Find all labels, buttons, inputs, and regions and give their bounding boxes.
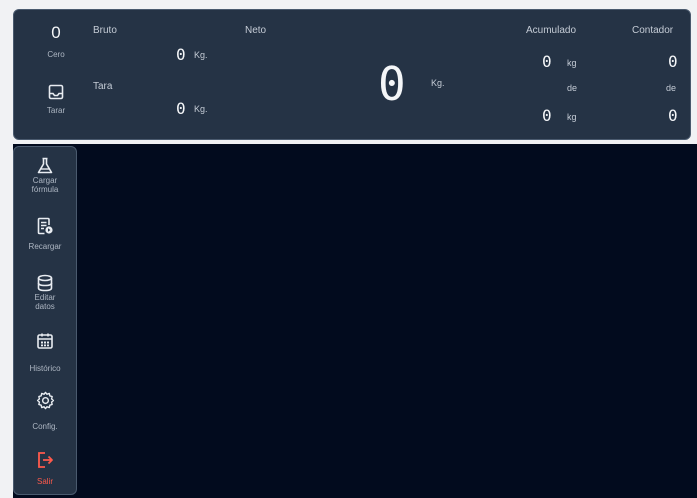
bruto-unit: Kg. bbox=[194, 50, 208, 60]
scale-readout-panel: 0 Cero Tarar Bruto 0 Kg. Tara 0 Kg. Neto… bbox=[13, 9, 691, 140]
acumulado-de: de bbox=[567, 83, 578, 93]
tara-label: Tara bbox=[93, 81, 113, 92]
zero-button[interactable]: 0 Cero bbox=[36, 23, 76, 60]
tare-button-label: Tarar bbox=[46, 106, 66, 115]
load-formula-label-2: fórmula bbox=[31, 185, 59, 194]
bruto-value: 0 bbox=[176, 45, 186, 64]
exit-button[interactable]: Salir bbox=[14, 451, 76, 486]
acumulado-total: 0 bbox=[542, 106, 552, 125]
tray-icon bbox=[48, 84, 64, 100]
sidebar: Cargar fórmula Recargar Editar datos His… bbox=[13, 146, 77, 495]
contador-label: Contador bbox=[632, 25, 674, 36]
config-button[interactable]: Config. bbox=[14, 391, 76, 431]
neto-unit: Kg. bbox=[431, 78, 445, 88]
tara-value: 0 bbox=[176, 99, 186, 118]
acumulado-unit: kg bbox=[567, 58, 577, 68]
history-button[interactable]: Histórico bbox=[14, 332, 76, 373]
main-content-area bbox=[13, 144, 697, 498]
bruto-label: Bruto bbox=[93, 25, 117, 36]
acumulado-total-unit: kg bbox=[567, 112, 577, 122]
edit-data-button[interactable]: Editar datos bbox=[14, 274, 76, 311]
contador-value: 0 bbox=[668, 52, 678, 71]
load-formula-button[interactable]: Cargar fórmula bbox=[14, 157, 76, 194]
tara-unit: Kg. bbox=[194, 104, 208, 114]
contador-de: de bbox=[666, 83, 677, 93]
recharge-label: Recargar bbox=[28, 242, 62, 251]
flask-icon bbox=[37, 157, 53, 174]
exit-icon bbox=[38, 452, 53, 468]
gear-icon bbox=[36, 391, 54, 410]
calendar-icon bbox=[37, 333, 53, 349]
history-label: Histórico bbox=[29, 364, 61, 373]
neto-label: Neto bbox=[245, 25, 267, 36]
acumulado-label: Acumulado bbox=[526, 25, 577, 36]
exit-label: Salir bbox=[36, 477, 53, 486]
neto-value: 0 bbox=[378, 57, 406, 111]
app-window: 0 Cero Tarar Bruto 0 Kg. Tara 0 Kg. Neto… bbox=[0, 0, 697, 498]
edit-data-label-2: datos bbox=[35, 302, 55, 311]
tare-button[interactable]: Tarar bbox=[36, 84, 76, 115]
load-formula-label-1: Cargar bbox=[32, 176, 58, 185]
zero-label: Cero bbox=[47, 50, 65, 59]
zero-value: 0 bbox=[51, 23, 61, 42]
config-label: Config. bbox=[32, 422, 58, 431]
acumulado-value: 0 bbox=[542, 52, 552, 71]
recharge-document-icon bbox=[37, 217, 53, 235]
database-icon bbox=[37, 274, 53, 292]
contador-total: 0 bbox=[668, 106, 678, 125]
recharge-button[interactable]: Recargar bbox=[14, 217, 76, 251]
edit-data-label-1: Editar bbox=[34, 293, 56, 302]
